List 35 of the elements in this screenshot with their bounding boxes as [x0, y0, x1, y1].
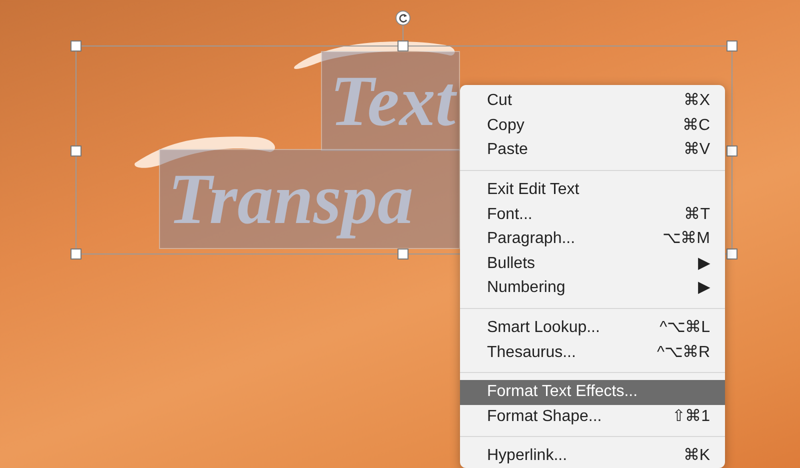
resize-handle[interactable]	[70, 40, 82, 52]
menu-item[interactable]: Paste ⌘V	[460, 138, 725, 163]
resize-handle[interactable]	[398, 248, 408, 260]
shortcut-label: ^⌥⌘L	[660, 318, 710, 338]
shortcut-label: ⌘T	[684, 204, 710, 225]
menu-item[interactable]: Font... ⌘T	[460, 202, 725, 227]
menu-item[interactable]: Format Text Effects...	[460, 380, 725, 405]
menu-item[interactable]: Hyperlink... ⌘K	[460, 444, 725, 468]
shortcut-label: ▶	[698, 278, 710, 298]
resize-handle[interactable]	[726, 248, 738, 260]
shortcut-label: ⌘K	[683, 446, 710, 466]
menu-item[interactable]: Exit Edit Text	[460, 178, 725, 202]
shortcut-label: ▶	[698, 254, 710, 274]
resize-handle[interactable]	[70, 248, 82, 260]
slide-text: Transpa	[160, 150, 459, 248]
menu-item[interactable]: Copy ⌘C	[460, 114, 725, 138]
resize-handle[interactable]	[726, 146, 738, 156]
rotate-handle-icon[interactable]	[396, 10, 410, 42]
menu-item[interactable]: Format Shape... ⇧⌘1	[460, 404, 725, 430]
shortcut-label: ⌘V	[683, 140, 710, 160]
shortcut-label: ^⌥⌘R	[656, 342, 710, 363]
shortcut-label: ⌘X	[683, 91, 710, 112]
shortcut-label: ⌥⌘M	[662, 229, 710, 250]
menu-item[interactable]: Bullets ▶	[460, 252, 725, 276]
resize-handle[interactable]	[70, 146, 82, 156]
resize-handle[interactable]	[726, 40, 738, 52]
menu-item[interactable]: Paragraph... ⌥⌘M	[460, 226, 725, 252]
menu-item[interactable]: Smart Lookup... ^⌥⌘L	[460, 316, 725, 340]
menu-item[interactable]: Thesaurus... ^⌥⌘R	[460, 340, 725, 365]
slide-text: Text	[322, 52, 459, 150]
menu-item[interactable]: Numbering ▶	[460, 276, 725, 301]
menu-item[interactable]: Cut ⌘X	[460, 89, 725, 114]
shortcut-label: ⌘C	[682, 116, 710, 136]
resize-handle[interactable]	[398, 40, 408, 52]
shortcut-label: ⇧⌘1	[672, 406, 710, 427]
